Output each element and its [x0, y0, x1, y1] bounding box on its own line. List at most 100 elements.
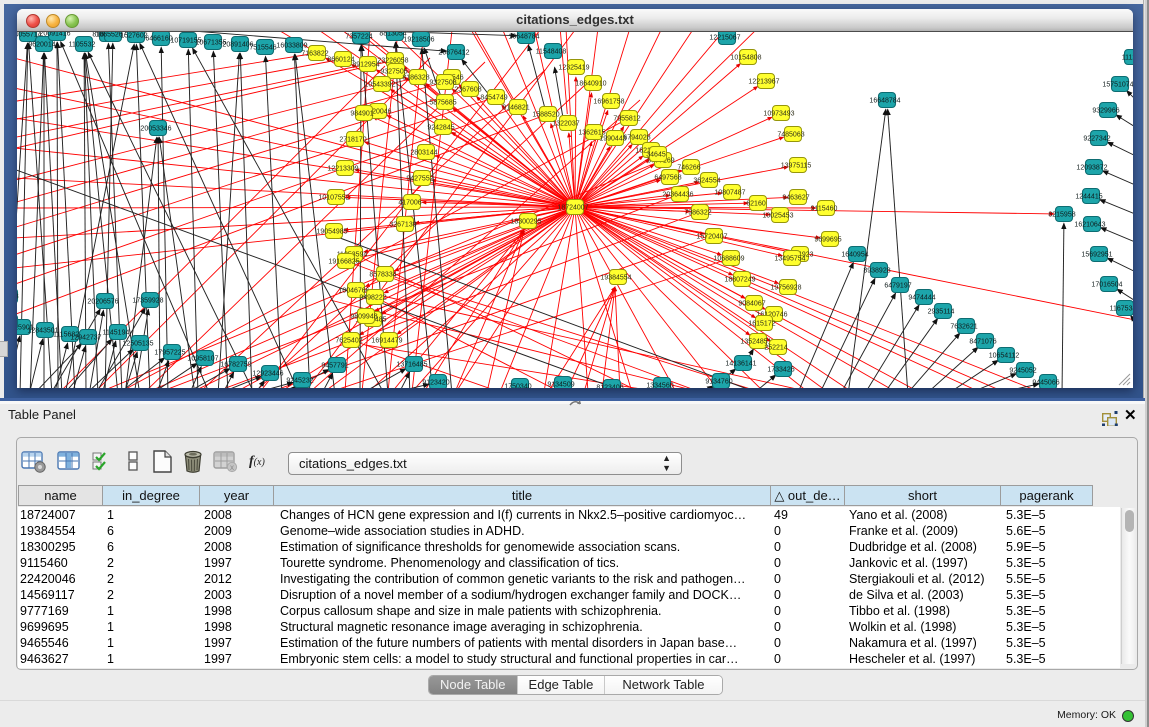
svg-text:9474444: 9474444 [908, 295, 935, 302]
svg-text:7485063: 7485063 [777, 132, 804, 139]
svg-text:9115460: 9115460 [811, 206, 838, 213]
svg-text:3267130: 3267130 [389, 222, 416, 229]
svg-text:17359928: 17359928 [132, 298, 163, 305]
svg-text:12942737: 12942737 [70, 335, 101, 342]
svg-text:16914479: 16914479 [371, 338, 402, 345]
svg-text:12093872: 12093872 [1076, 165, 1107, 172]
svg-text:7955812: 7955812 [613, 116, 640, 123]
svg-text:13975115: 13975115 [781, 163, 812, 170]
svg-text:10688609: 10688609 [713, 256, 744, 263]
svg-text:8186328: 8186328 [402, 75, 429, 82]
svg-text:7357224: 7357224 [345, 34, 372, 41]
svg-text:10973493: 10973493 [763, 111, 794, 118]
svg-text:1244415: 1244415 [1075, 194, 1102, 201]
svg-text:746266: 746266 [677, 165, 700, 172]
svg-text:9245052: 9245052 [1009, 368, 1036, 375]
svg-text:14136141: 14136141 [725, 361, 756, 368]
svg-text:2803144: 2803144 [410, 150, 437, 157]
svg-text:18724007: 18724007 [557, 205, 588, 212]
svg-text:417006: 417006 [398, 200, 421, 207]
svg-text:8938928: 8938928 [863, 268, 890, 275]
svg-text:10046766: 10046766 [338, 288, 369, 295]
svg-text:17957225: 17957225 [154, 350, 185, 357]
svg-text:9498222: 9498222 [359, 295, 386, 302]
svg-text:16210643: 16210643 [1074, 222, 1105, 229]
svg-text:1105532: 1105532 [69, 42, 96, 49]
svg-text:1588520: 1588520 [532, 112, 559, 119]
svg-text:20053346: 20053346 [140, 126, 171, 133]
svg-text:15720407: 15720407 [696, 234, 727, 241]
svg-text:8912954: 8912954 [352, 62, 379, 69]
svg-text:6497568: 6497568 [654, 175, 681, 182]
svg-text:11120: 11120 [1122, 55, 1133, 62]
svg-text:10958107: 10958107 [187, 356, 218, 363]
svg-text:10107552: 10107552 [318, 195, 349, 202]
svg-text:9123420: 9123420 [422, 380, 449, 387]
svg-text:20091416: 20091416 [39, 32, 70, 38]
svg-text:9327508: 9327508 [429, 80, 456, 87]
svg-text:9463627: 9463627 [782, 195, 809, 202]
svg-text:13716485: 13716485 [396, 362, 427, 369]
svg-text:1640954: 1640954 [841, 252, 868, 259]
svg-text:9699695: 9699695 [814, 237, 841, 244]
svg-text:12923446: 12923446 [252, 371, 283, 378]
svg-text:19054985: 19054985 [316, 229, 347, 236]
svg-text:9134760: 9134760 [705, 379, 732, 386]
svg-text:12213967: 12213967 [748, 79, 779, 86]
svg-text:16648784: 16648784 [508, 34, 539, 41]
svg-text:19384554: 19384554 [600, 275, 631, 282]
svg-text:9245232: 9245232 [286, 378, 313, 385]
svg-text:16961758: 16961758 [593, 99, 624, 106]
svg-text:6479197: 6479197 [884, 283, 911, 290]
svg-text:16648784: 16648784 [869, 98, 900, 105]
svg-text:8578334: 8578334 [369, 272, 396, 279]
svg-text:7515546: 7515546 [249, 45, 276, 52]
svg-text:20206576: 20206576 [87, 299, 118, 306]
svg-text:8215958: 8215958 [1048, 212, 1075, 219]
svg-text:17016504: 17016504 [1091, 282, 1122, 289]
svg-text:1615172: 1615172 [748, 321, 775, 328]
svg-text:12213309: 12213309 [327, 166, 358, 173]
svg-text:8454749: 8454749 [480, 95, 507, 102]
svg-text:13495754: 13495754 [774, 256, 805, 263]
svg-text:6466160: 6466160 [145, 36, 172, 43]
svg-text:9227342: 9227342 [1083, 136, 1110, 143]
svg-text:16033809: 16033809 [276, 43, 307, 50]
svg-text:18640910: 18640910 [575, 81, 606, 88]
svg-text:20876412: 20876412 [438, 50, 469, 57]
svg-text:984901: 984901 [350, 111, 373, 118]
svg-text:2718170: 2718170 [339, 137, 366, 144]
svg-text:990133: 990133 [17, 294, 19, 301]
svg-text:9146821: 9146821 [502, 105, 529, 112]
svg-text:34645: 34645 [646, 152, 666, 159]
svg-text:19218506: 19218506 [403, 37, 434, 44]
svg-text:9809948: 9809948 [350, 314, 377, 321]
svg-text:10807487: 10807487 [714, 190, 745, 197]
svg-text:9134509: 9134509 [547, 382, 574, 389]
svg-text:5875685: 5875685 [429, 100, 456, 107]
svg-text:x: x [230, 463, 234, 472]
svg-text:10154808: 10154808 [730, 55, 761, 62]
svg-text:18807249: 18807249 [724, 277, 755, 284]
svg-text:10543392: 10543392 [364, 82, 395, 89]
svg-text:1750340: 1750340 [504, 384, 531, 389]
svg-text:2935114: 2935114 [928, 309, 955, 316]
svg-text:9445066: 9445066 [1032, 380, 1059, 387]
svg-text:2367608: 2367608 [454, 87, 481, 94]
svg-text:10025453: 10025453 [762, 213, 793, 220]
svg-text:1733426: 1733426 [767, 367, 794, 374]
svg-text:1167534: 1167534 [1110, 306, 1133, 313]
svg-text:20364436: 20364436 [662, 192, 693, 199]
svg-text:9620014: 9620014 [28, 42, 55, 49]
svg-text:9242845: 9242845 [427, 125, 454, 132]
svg-text:11548408: 11548408 [536, 49, 567, 56]
svg-text:8471076: 8471076 [969, 339, 996, 346]
svg-text:19166825: 19166825 [328, 259, 359, 266]
svg-text:19756928: 19756928 [770, 285, 801, 292]
svg-text:12215067: 12215067 [709, 35, 740, 42]
svg-text:12325419: 12325419 [558, 65, 589, 72]
svg-text:3624554: 3624554 [693, 178, 720, 185]
svg-text:9427552: 9427552 [406, 176, 433, 183]
svg-text:15751074: 15751074 [1102, 82, 1133, 89]
svg-text:62160: 62160 [746, 201, 766, 208]
